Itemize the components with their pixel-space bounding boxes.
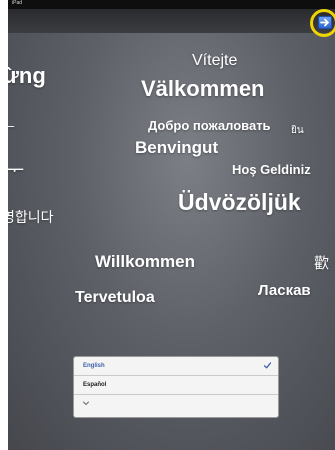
checkmark-icon xyxy=(263,362,272,369)
navigation-bar xyxy=(8,9,335,33)
welcome-word-czech: Vítejte xyxy=(192,52,238,69)
welcome-word-chinese: 歡 xyxy=(314,255,330,272)
language-option-english[interactable]: English xyxy=(74,357,278,376)
welcome-word-russian-alt: Ласкав xyxy=(258,282,311,299)
welcome-word-finnish: Tervetuloa xyxy=(75,289,155,306)
welcome-word-catalan: Benvingut xyxy=(135,138,219,157)
welcome-word-swedish: Välkommen xyxy=(141,76,265,101)
language-list: English Español xyxy=(73,356,279,418)
language-option-espanol[interactable]: Español xyxy=(74,376,278,395)
device-label: iPad xyxy=(12,0,23,6)
language-label: Español xyxy=(83,382,107,388)
welcome-word-partial-1: ᆫ xyxy=(8,114,16,129)
language-option-more[interactable] xyxy=(74,395,278,414)
welcome-word-german: Willkommen xyxy=(95,252,195,271)
welcome-word-hungarian: Üdvözöljük xyxy=(178,189,301,215)
arrow-right-icon xyxy=(320,18,329,27)
welcome-word-vietnamese: ừng xyxy=(8,63,46,88)
status-bar: iPad xyxy=(8,0,335,9)
chevron-down-icon xyxy=(83,401,89,405)
welcome-word-partial-2: ᅮ xyxy=(8,159,25,182)
language-label: English xyxy=(83,363,105,369)
next-button[interactable] xyxy=(318,16,332,29)
welcome-word-turkish: Hoş Geldiniz xyxy=(232,162,311,177)
welcome-word-thai: ยิน xyxy=(291,125,304,136)
ipad-welcome-screen: iPad Vítejte Välkommen Добро пожаловать … xyxy=(8,0,335,450)
welcome-word-korean: 영합니다 xyxy=(8,209,54,225)
welcome-word-russian: Добро пожаловать xyxy=(148,118,271,133)
